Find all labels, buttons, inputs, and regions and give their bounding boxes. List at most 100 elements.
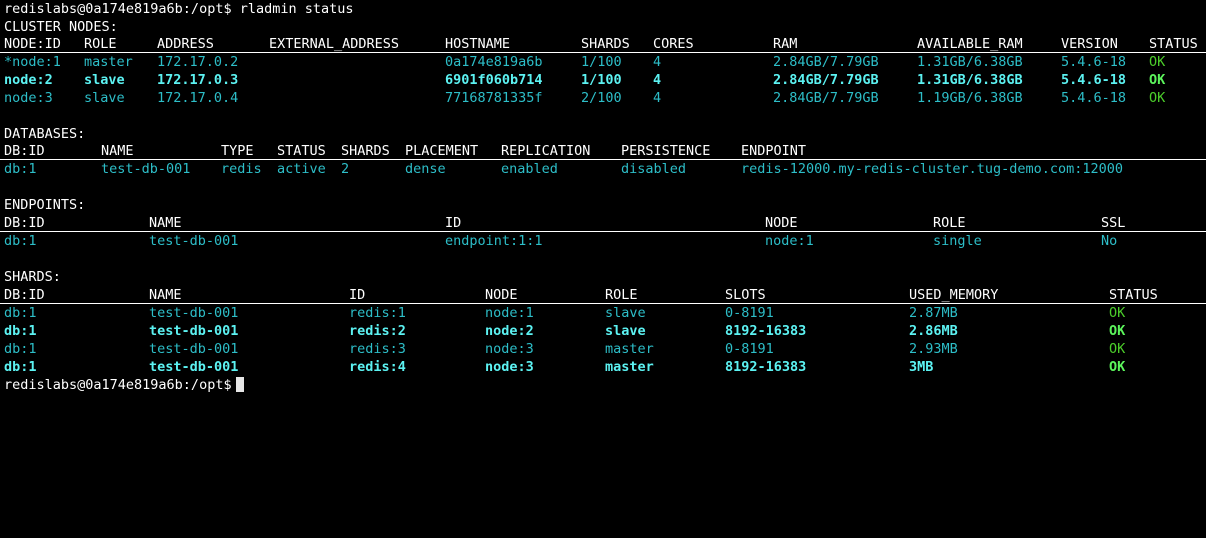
cluster-col-hostname: HOSTNAME	[445, 36, 511, 52]
ep-col-db-id: DB:ID	[4, 215, 45, 231]
cluster-section-title: CLUSTER NODES:	[0, 18, 1206, 36]
ep-col-node: NODE	[765, 215, 798, 231]
shard-row: db:1 test-db-001 redis:4 node:3 master 8…	[0, 358, 1206, 376]
cluster-col-ram: RAM	[773, 36, 798, 52]
cluster-cell-address: 172.17.0.4	[157, 90, 239, 106]
cluster-col-status: STATUS	[1149, 36, 1198, 52]
sh-cell-id: redis:2	[349, 323, 406, 339]
ep-col-id: ID	[445, 215, 462, 231]
sh-cell-role: master	[605, 359, 654, 375]
shards-section-title: SHARDS:	[0, 268, 1206, 286]
cluster-col-shards: SHARDS	[581, 36, 630, 52]
ep-col-ssl: SSL	[1101, 215, 1126, 231]
cluster-cell-available-ram: 1.19GB/6.38GB	[917, 90, 1023, 106]
databases-header-row: DB:ID NAME TYPE STATUS SHARDS PLACEMENT …	[0, 142, 1206, 160]
cluster-cell-node-id: *node:1	[4, 54, 61, 70]
sh-cell-id: redis:3	[349, 341, 406, 357]
endpoint-row: db:1 test-db-001 endpoint:1:1 node:1 sin…	[0, 232, 1206, 250]
cluster-cell-status: OK	[1149, 72, 1166, 88]
sh-cell-node: node:3	[485, 359, 534, 375]
cluster-cell-status: OK	[1149, 90, 1166, 106]
sh-cell-status: OK	[1109, 341, 1126, 357]
db-cell-shards: 2	[341, 161, 350, 177]
ep-cell-id: endpoint:1:1	[445, 233, 543, 249]
endpoints-header-row: DB:ID NAME ID NODE ROLE SSL	[0, 214, 1206, 232]
db-cell-name: test-db-001	[101, 161, 191, 177]
cluster-title: CLUSTER NODES:	[4, 19, 118, 35]
sh-col-used-memory: USED_MEMORY	[909, 287, 999, 303]
sh-cell-status: OK	[1109, 359, 1126, 375]
db-col-db-id: DB:ID	[4, 143, 45, 159]
sh-cell-name: test-db-001	[149, 305, 239, 321]
db-col-name: NAME	[101, 143, 134, 159]
cluster-cell-ram: 2.84GB/7.79GB	[773, 72, 879, 88]
cluster-cell-ram: 2.84GB/7.79GB	[773, 90, 879, 106]
cluster-cell-shards: 1/100	[581, 72, 622, 88]
ep-col-name: NAME	[149, 215, 182, 231]
cluster-cell-role: master	[84, 54, 133, 70]
sh-col-status: STATUS	[1109, 287, 1158, 303]
sh-cell-role: master	[605, 341, 654, 357]
sh-col-slots: SLOTS	[725, 287, 766, 303]
db-col-shards: SHARDS	[341, 143, 390, 159]
cluster-col-node-id: NODE:ID	[4, 36, 61, 52]
command-prompt-line[interactable]: redislabs@0a174e819a6b:/opt$	[0, 376, 1206, 394]
sh-cell-db-id: db:1	[4, 305, 37, 321]
cluster-cell-shards: 1/100	[581, 54, 622, 70]
shard-row: db:1 test-db-001 redis:3 node:3 master 0…	[0, 340, 1206, 358]
shards-title: SHARDS:	[4, 269, 61, 285]
db-cell-replication: enabled	[501, 161, 558, 177]
cluster-cell-address: 172.17.0.2	[157, 54, 239, 70]
sh-cell-slots: 0-8191	[725, 305, 774, 321]
cluster-cell-available-ram: 1.31GB/6.38GB	[917, 72, 1023, 88]
sh-col-db-id: DB:ID	[4, 287, 45, 303]
cluster-cell-role: slave	[84, 90, 125, 106]
cluster-cell-shards: 2/100	[581, 90, 622, 106]
prompt-input[interactable]: redislabs@0a174e819a6b:/opt$	[4, 376, 244, 394]
sh-cell-used-memory: 2.93MB	[909, 341, 958, 357]
sh-col-node: NODE	[485, 287, 518, 303]
cluster-cell-version: 5.4.6-18	[1061, 90, 1127, 106]
db-col-replication: REPLICATION	[501, 143, 591, 159]
shard-row: db:1 test-db-001 redis:2 node:2 slave 81…	[0, 322, 1206, 340]
sh-cell-id: redis:1	[349, 305, 406, 321]
cluster-col-address: ADDRESS	[157, 36, 214, 52]
sh-col-role: ROLE	[605, 287, 638, 303]
sh-cell-used-memory: 2.86MB	[909, 323, 958, 339]
ep-cell-ssl: No	[1101, 233, 1118, 249]
db-col-type: TYPE	[221, 143, 254, 159]
command-text: redislabs@0a174e819a6b:/opt$ rladmin sta…	[4, 1, 354, 17]
sh-cell-db-id: db:1	[4, 359, 37, 375]
ep-cell-db-id: db:1	[4, 233, 37, 249]
database-row: db:1 test-db-001 redis active 2 dense en…	[0, 160, 1206, 178]
sh-cell-role: slave	[605, 323, 646, 339]
cursor-block	[235, 377, 244, 392]
sh-cell-name: test-db-001	[149, 341, 239, 357]
sh-cell-node: node:2	[485, 323, 534, 339]
cluster-col-available-ram: AVAILABLE_RAM	[917, 36, 1023, 52]
db-cell-endpoint: redis-12000.my-redis-cluster.tug-demo.co…	[741, 161, 1124, 177]
sh-cell-db-id: db:1	[4, 323, 37, 339]
endpoints-title: ENDPOINTS:	[4, 197, 86, 213]
shard-row: db:1 test-db-001 redis:1 node:1 slave 0-…	[0, 304, 1206, 322]
cluster-cell-hostname: 0a174e819a6b	[445, 54, 543, 70]
sh-cell-node: node:3	[485, 341, 534, 357]
sh-cell-slots: 0-8191	[725, 341, 774, 357]
databases-section-title: DATABASES:	[0, 125, 1206, 143]
cluster-cell-status: OK	[1149, 54, 1166, 70]
sh-col-name: NAME	[149, 287, 182, 303]
shards-header-row: DB:ID NAME ID NODE ROLE SLOTS USED_MEMOR…	[0, 286, 1206, 304]
terminal-window[interactable]: redislabs@0a174e819a6b:/opt$ rladmin sta…	[0, 0, 1206, 404]
cluster-cell-role: slave	[84, 72, 125, 88]
cluster-row: node:2 slave 172.17.0.3 6901f060b714 1/1…	[0, 71, 1206, 89]
prompt-text: redislabs@0a174e819a6b:/opt$	[4, 377, 232, 393]
ep-cell-name: test-db-001	[149, 233, 239, 249]
sh-cell-name: test-db-001	[149, 359, 239, 375]
cluster-cell-cores: 4	[653, 72, 662, 88]
cluster-cell-hostname: 6901f060b714	[445, 72, 543, 88]
cluster-cell-ram: 2.84GB/7.79GB	[773, 54, 879, 70]
db-col-persistence: PERSISTENCE	[621, 143, 711, 159]
cluster-col-role: ROLE	[84, 36, 117, 52]
db-col-placement: PLACEMENT	[405, 143, 479, 159]
ep-cell-role: single	[933, 233, 982, 249]
